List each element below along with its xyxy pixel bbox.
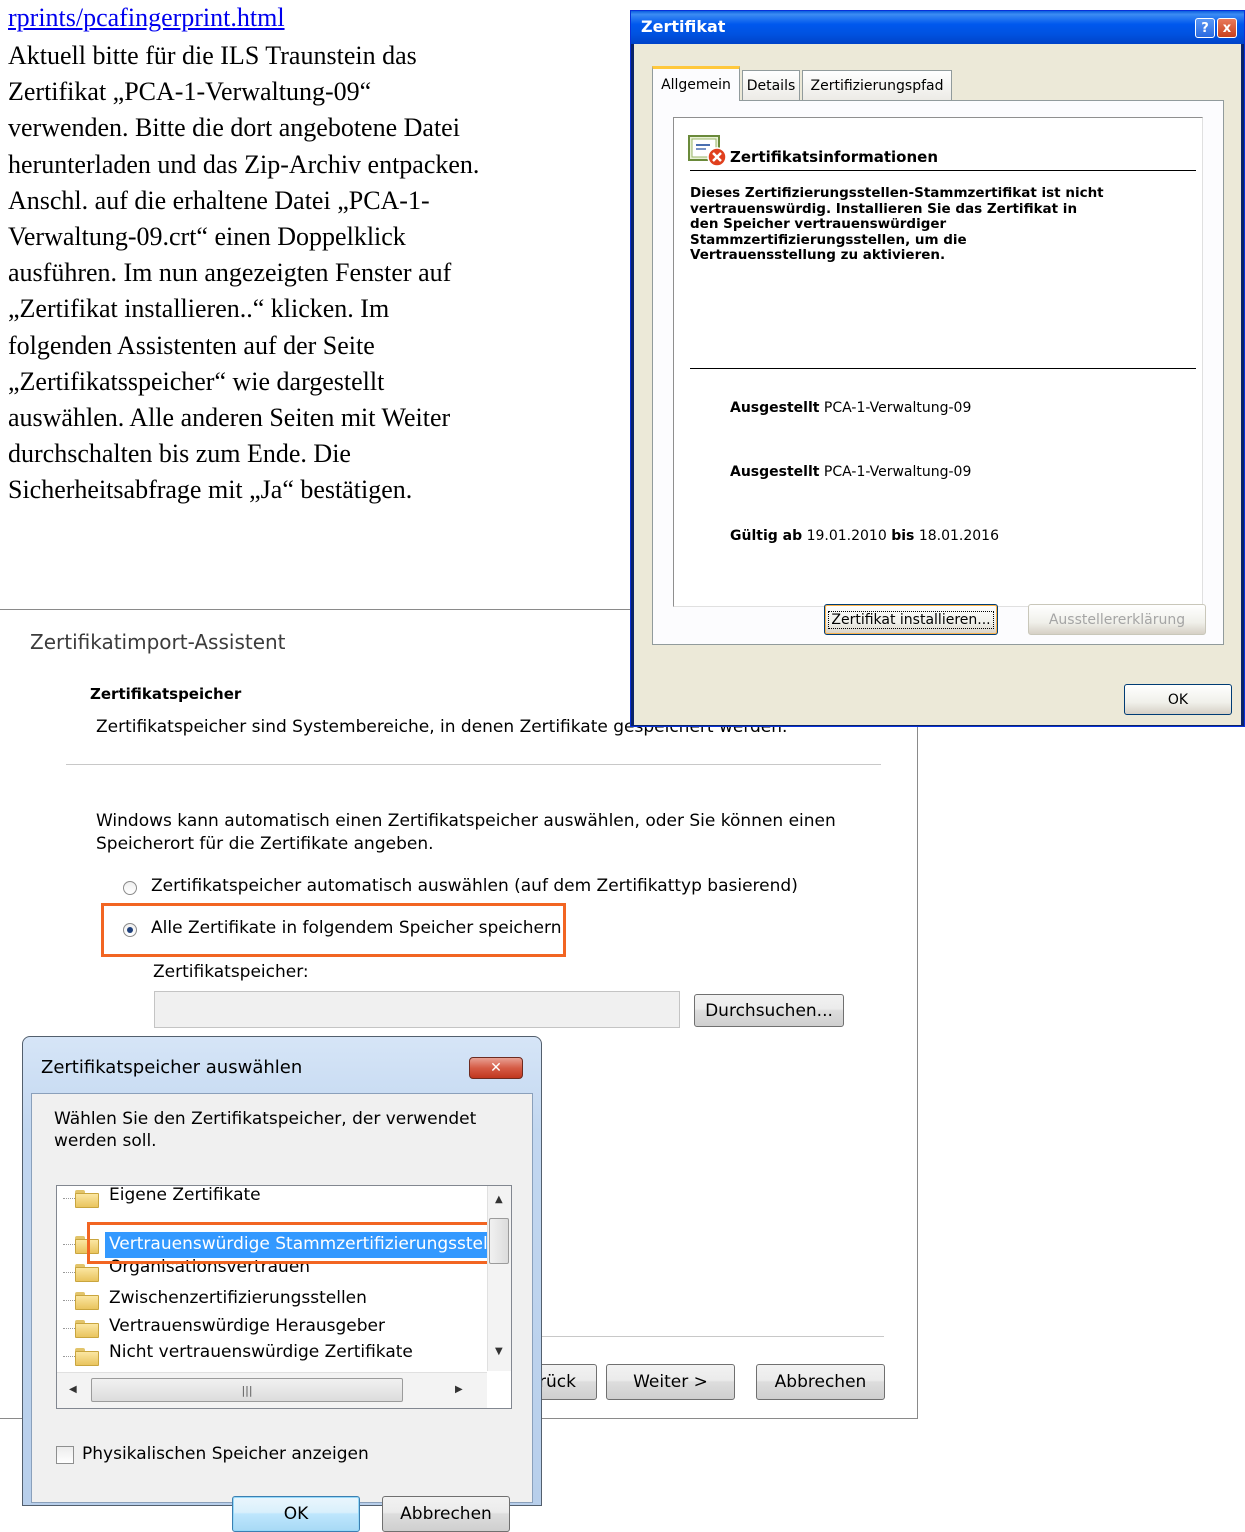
store-dialog-client: Wählen Sie den Zertifikatspeicher, der v… <box>31 1093 533 1532</box>
store-select-dialog: Zertifikatspeicher auswählen ✕ Wählen Si… <box>22 1036 542 1532</box>
tree-item[interactable]: Vertrauenswürdige Herausgeber <box>109 1316 385 1336</box>
folder-icon <box>75 1190 99 1208</box>
issued-to-value: PCA-1-Verwaltung-09 <box>823 400 972 416</box>
warning-line: vertrauenswürdig. Installieren Sie das Z… <box>690 200 1078 217</box>
close-icon[interactable]: ✕ <box>469 1057 523 1079</box>
store-cancel-button[interactable]: Abbrechen <box>382 1496 510 1532</box>
scroll-left-icon[interactable]: ◀ <box>69 1384 77 1395</box>
paragraph-line: verwenden. Bitte die dort angebotene Dat… <box>8 113 460 143</box>
issued-by-value: PCA-1-Verwaltung-09 <box>823 464 972 480</box>
install-certificate-label: Zertifikat installieren... <box>828 610 994 629</box>
tab-certification-path[interactable]: Zertifizierungspfad <box>802 70 952 100</box>
tree-item[interactable]: Nicht vertrauenswürdige Zertifikate <box>109 1342 413 1362</box>
help-icon[interactable]: ? <box>1195 18 1215 38</box>
valid-from-value: 19.01.2010 <box>806 528 887 544</box>
tab-details[interactable]: Details <box>742 70 800 100</box>
install-certificate-button[interactable]: Zertifikat installieren... <box>824 604 998 635</box>
paragraph-line: Anschl. auf die erhaltene Datei „PCA-1- <box>8 185 430 215</box>
wizard-divider <box>66 764 881 765</box>
horizontal-scroll-thumb[interactable]: ||| <box>91 1378 403 1402</box>
valid-from-label: Gültig ab <box>730 528 803 544</box>
warning-line: Stammzertifizierungsstellen, um die <box>690 231 967 248</box>
show-physical-checkbox[interactable] <box>56 1446 74 1464</box>
issued-to-row: Ausgestellt PCA-1-Verwaltung-09 <box>730 400 971 416</box>
vertical-scroll-thumb[interactable] <box>489 1218 509 1264</box>
untrusted-warning: Dieses Zertifizierungsstellen-Stammzerti… <box>690 185 1190 264</box>
paragraph-line: ausführen. Im nun angezeigten Fenster au… <box>8 258 452 288</box>
cert-fields-divider <box>690 368 1196 369</box>
issued-by-label: Ausgestellt <box>730 464 820 480</box>
certificate-dialog: Zertifikat ? x Allgemein Details Zertifi… <box>630 10 1245 727</box>
radio-auto-store-label[interactable]: Zertifikatspeicher automatisch auswählen… <box>151 876 798 896</box>
warning-line: den Speicher vertrauenswürdiger <box>690 216 947 232</box>
store-field[interactable] <box>154 991 680 1028</box>
tab-general[interactable]: Allgemein <box>652 66 740 101</box>
paragraph-line: Zertifikat „PCA-1-Verwaltung-09“ <box>8 77 372 107</box>
warning-line: Dieses Zertifizierungsstellen-Stammzerti… <box>690 185 1104 201</box>
cert-client-area: Allgemein Details Zertifizierungspfad Ze… <box>634 44 1241 725</box>
folder-icon <box>75 1264 99 1282</box>
cert-dialog-title: Zertifikat <box>641 17 726 36</box>
paragraph-line: folgenden Assistenten auf der Seite <box>8 330 375 360</box>
scroll-right-icon[interactable]: ▶ <box>455 1384 463 1395</box>
paragraph-line: herunterladen und das Zip-Archiv entpack… <box>8 149 480 179</box>
issuer-statement-button: Ausstellererklärung <box>1028 604 1206 635</box>
store-ok-button[interactable]: OK <box>232 1496 360 1532</box>
tree-item[interactable]: Eigene Zertifikate <box>109 1186 261 1205</box>
wizard-description: Windows kann automatisch einen Zertifika… <box>96 811 836 854</box>
close-icon[interactable]: x <box>1217 18 1237 38</box>
wizard-heading: Zertifikatspeicher <box>90 685 242 703</box>
cert-info-title: Zertifikatsinformationen <box>730 148 939 166</box>
show-physical-label[interactable]: Physikalischen Speicher anzeigen <box>82 1444 369 1464</box>
radio-auto-store[interactable] <box>123 881 137 895</box>
cert-ok-button[interactable]: OK <box>1124 684 1232 715</box>
warning-line: Vertrauensstellung zu aktivieren. <box>690 247 946 263</box>
wizard-title: Zertifikatimport-Assistent <box>30 630 286 654</box>
store-dialog-title: Zertifikatspeicher auswählen <box>41 1057 303 1078</box>
tree-item[interactable]: Zwischenzertifizierungsstellen <box>109 1288 367 1308</box>
instruction-paragraph: Aktuell bitte für die ILS Traunstein das… <box>8 38 608 509</box>
highlight-frame <box>87 1222 509 1264</box>
validity-row: Gültig ab 19.01.2010 bis 18.01.2016 <box>730 528 999 544</box>
valid-to-label: bis <box>891 528 915 544</box>
paragraph-line: Sicherheitsabfrage mit „Ja“ bestätigen. <box>8 475 413 505</box>
cert-info-box: Zertifikatsinformationen Dieses Zertifiz… <box>673 117 1203 607</box>
paragraph-line: Aktuell bitte für die ILS Traunstein das <box>8 41 417 70</box>
radio-manual-store-label[interactable]: Alle Zertifikate in folgendem Speicher s… <box>151 918 561 938</box>
scroll-down-icon[interactable]: ▼ <box>495 1346 503 1357</box>
certificate-error-icon <box>688 135 727 167</box>
paragraph-line: durchschalten bis zum Ende. Die <box>8 439 351 469</box>
folder-icon <box>75 1292 99 1310</box>
folder-icon <box>75 1348 99 1366</box>
paragraph-line: auswählen. Alle anderen Seiten mit Weite… <box>8 403 451 433</box>
store-prompt: Wählen Sie den Zertifikatspeicher, der v… <box>54 1109 477 1151</box>
browse-button[interactable]: Durchsuchen... <box>694 994 844 1027</box>
store-field-label: Zertifikatspeicher: <box>153 962 309 982</box>
scroll-up-icon[interactable]: ▲ <box>495 1194 503 1205</box>
document-link[interactable]: rprints/pcafingerprint.html <box>8 3 285 33</box>
wizard-footer-divider <box>540 1336 884 1337</box>
paragraph-line: „Zertifikatsspeicher“ wie dargestellt <box>8 366 385 396</box>
issued-to-label: Ausgestellt <box>730 400 820 416</box>
wizard-cancel-button[interactable]: Abbrechen <box>756 1364 885 1400</box>
paragraph-line: Verwaltung-09.crt“ einen Doppelklick <box>8 222 406 252</box>
cert-info-divider <box>690 170 1196 171</box>
store-tree[interactable]: Eigene Zertifikate Vertrauenswürdige Sta… <box>56 1185 512 1409</box>
general-tab-panel: Zertifikatsinformationen Dieses Zertifiz… <box>652 100 1224 645</box>
vertical-scrollbar[interactable] <box>487 1186 511 1371</box>
issued-by-row: Ausgestellt PCA-1-Verwaltung-09 <box>730 464 971 480</box>
paragraph-line: „Zertifikat installieren..“ klicken. Im <box>8 294 390 324</box>
valid-to-value: 18.01.2016 <box>918 528 999 544</box>
radio-manual-store[interactable] <box>123 923 137 937</box>
folder-icon <box>75 1320 99 1338</box>
next-button[interactable]: Weiter > <box>606 1364 735 1400</box>
